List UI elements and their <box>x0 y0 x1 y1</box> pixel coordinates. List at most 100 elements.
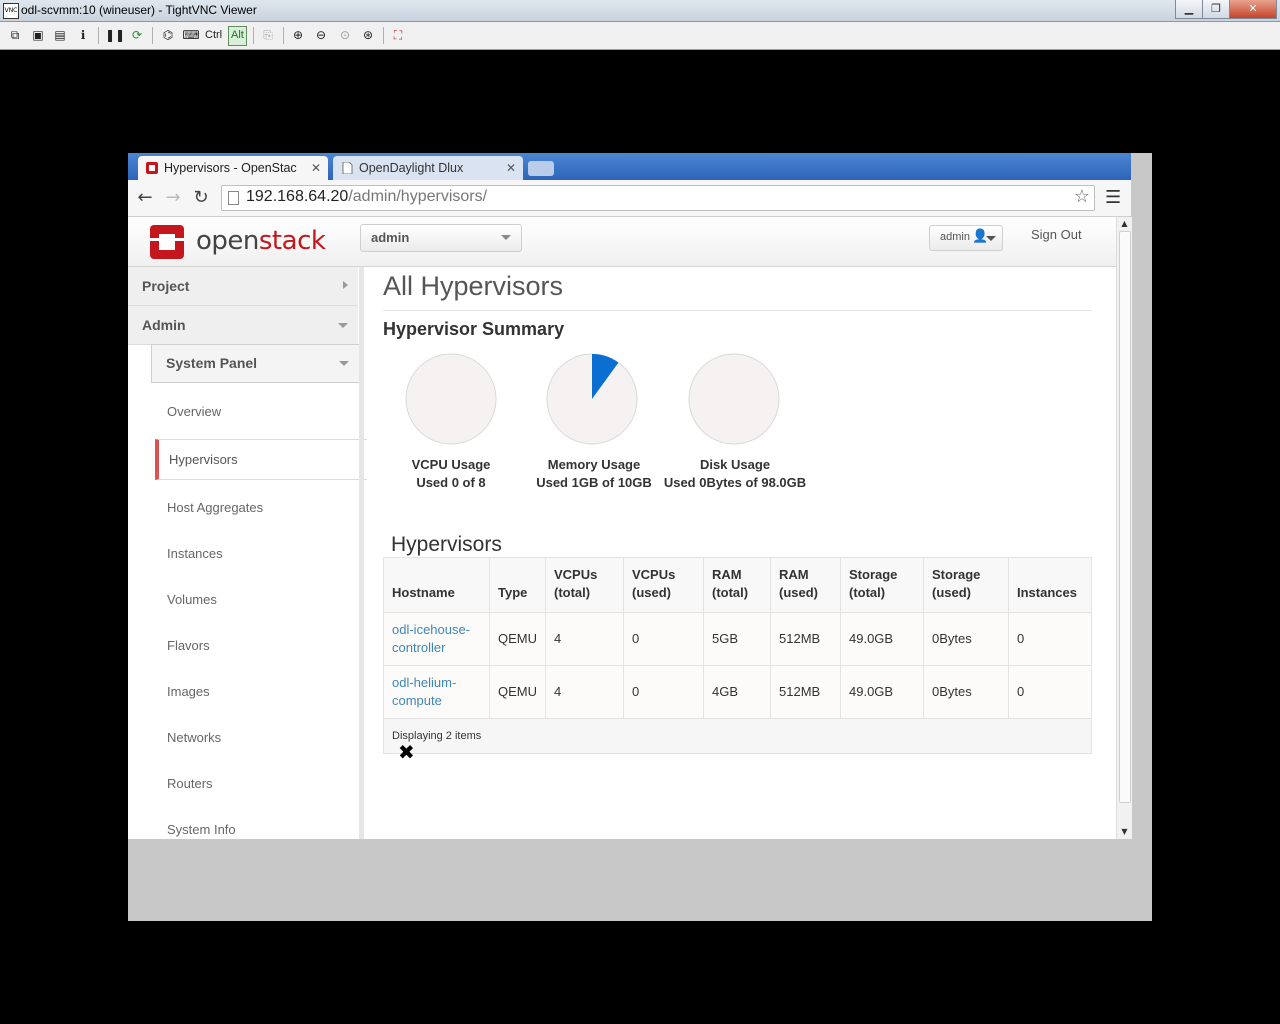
sidebar-admin[interactable]: Admin <box>128 306 358 345</box>
hostname-link[interactable]: odl-icehouse-controller <box>392 622 470 655</box>
page-title: All Hypervisors <box>383 271 564 301</box>
sidebar-item-networks[interactable]: Networks <box>167 730 221 745</box>
scroll-up-icon[interactable]: ▲ <box>1117 217 1132 230</box>
toolbar-separator <box>283 27 284 44</box>
openstack-header: openstack admin admin 👤 Sign Out <box>128 217 1116 267</box>
memory-pie-chart <box>546 353 638 445</box>
chevron-down-icon <box>986 236 996 241</box>
info-icon[interactable]: ℹ <box>74 26 92 44</box>
vnc-titlebar: VNC odl-scvmm:10 (wineuser) - TightVNC V… <box>0 0 1280 22</box>
chevron-down-icon <box>338 323 348 328</box>
cell-instances: 0 <box>1008 612 1092 666</box>
ctrl-key-button[interactable]: Ctrl <box>205 26 222 44</box>
pie-detail: Used 1GB of 10GB <box>536 475 652 490</box>
alt-key-button[interactable]: Alt <box>228 26 247 46</box>
scrollbar-thumb[interactable] <box>1119 231 1131 803</box>
user-menu[interactable]: admin 👤 <box>929 225 1003 251</box>
cell-ram-used: 512MB <box>770 612 841 666</box>
project-select-label: admin <box>371 230 410 245</box>
menu-icon[interactable]: ☰ <box>1105 187 1121 208</box>
new-tab-button[interactable] <box>528 161 554 176</box>
page-favicon-icon <box>342 162 353 174</box>
memory-caption: Memory Usage Used 1GB of 10GB <box>519 456 669 492</box>
address-bar[interactable]: 192.168.64.20/admin/hypervisors/ ☆ <box>221 185 1095 211</box>
logo-stack: stack <box>258 226 326 256</box>
cell-hostname: odl-helium-compute <box>383 665 490 719</box>
cell-storage-used: 0Bytes <box>923 612 1009 666</box>
ctrl-alt-del-icon[interactable]: ⌬ <box>159 26 177 44</box>
url-host: 192.168.64.20 <box>246 188 349 205</box>
project-select[interactable]: admin <box>360 224 522 252</box>
close-icon[interactable]: ✖ <box>398 740 415 764</box>
new-connection-icon[interactable]: ⧉ <box>6 26 24 44</box>
sidebar-system-panel[interactable]: System Panel <box>151 344 360 383</box>
tab-close-icon[interactable]: ✕ <box>311 156 321 180</box>
pie-background <box>688 353 780 445</box>
chevron-right-icon <box>343 281 348 289</box>
options-icon[interactable]: ▤ <box>51 26 69 44</box>
sidebar-item-system-info[interactable]: System Info <box>167 822 236 837</box>
pie-detail: Used 0Bytes of 98.0GB <box>663 475 807 490</box>
ctrl-esc-icon[interactable]: ⌨ <box>182 26 200 44</box>
zoom-fit-icon[interactable]: ⊛ <box>359 26 377 44</box>
sidebar-item-host-aggregates[interactable]: Host Aggregates <box>167 500 263 515</box>
save-icon[interactable]: ▣ <box>29 26 47 44</box>
fullscreen-icon[interactable]: ⛶ <box>389 26 407 44</box>
scroll-down-icon[interactable]: ▼ <box>1117 825 1132 838</box>
cell-storage-total: 49.0GB <box>840 665 924 719</box>
minimize-icon[interactable]: ▁ <box>1175 0 1203 19</box>
url-text: 192.168.64.20/admin/hypervisors/ <box>246 188 487 206</box>
clipboard-icon[interactable]: ⎘ <box>259 26 277 44</box>
sidebar: Project Admin System Panel Overview Hype… <box>128 267 367 839</box>
hostname-link[interactable]: odl-helium-compute <box>392 675 456 708</box>
forward-icon[interactable]: → <box>161 186 185 210</box>
pause-icon[interactable]: ❚❚ <box>105 26 125 44</box>
sidebar-item-overview[interactable]: Overview <box>167 404 221 419</box>
column-header-vcpus-used: VCPUs (used) <box>623 557 704 613</box>
column-header-type: Type <box>489 557 546 613</box>
pie-label: VCPU Usage <box>411 457 491 472</box>
sidebar-item-instances[interactable]: Instances <box>167 546 223 561</box>
sidebar-item-flavors[interactable]: Flavors <box>167 638 210 653</box>
toolbar-separator <box>253 27 254 44</box>
cell-instances: 0 <box>1008 665 1092 719</box>
cell-ram-total: 4GB <box>703 665 771 719</box>
sidebar-item-label: Hypervisors <box>169 452 238 467</box>
toolbar-separator <box>98 27 99 44</box>
logo-open: open <box>196 226 259 256</box>
zoom-in-icon[interactable]: ⊕ <box>289 26 307 44</box>
tab-close-icon[interactable]: ✕ <box>506 156 516 180</box>
vcpu-caption: VCPU Usage Used 0 of 8 <box>376 456 526 492</box>
chevron-down-icon <box>339 361 349 366</box>
sidebar-project[interactable]: Project <box>128 267 358 306</box>
cell-hostname: odl-icehouse-controller <box>383 612 490 666</box>
sidebar-item-images[interactable]: Images <box>167 684 210 699</box>
refresh-icon[interactable]: ⟳ <box>128 26 146 44</box>
hypervisors-section-title: Hypervisors <box>391 533 502 556</box>
zoom-out-icon[interactable]: ⊖ <box>312 26 330 44</box>
star-icon[interactable]: ☆ <box>1074 186 1090 207</box>
cell-storage-used: 0Bytes <box>923 665 1009 719</box>
tab-hypervisors[interactable]: Hypervisors - OpenStac ✕ <box>138 156 328 180</box>
sidebar-item-hypervisors[interactable]: Hypervisors <box>155 439 367 480</box>
maximize-icon[interactable]: ❐ <box>1202 0 1230 19</box>
sign-out-link[interactable]: Sign Out <box>1031 227 1082 242</box>
page-scrollbar[interactable]: ▲ ▼ <box>1116 217 1132 839</box>
url-path: /admin/hypervisors/ <box>348 188 488 205</box>
cell-ram-used: 512MB <box>770 665 841 719</box>
openstack-logo-icon <box>150 225 184 259</box>
reload-icon[interactable]: ↻ <box>189 186 213 210</box>
zoom-100-icon[interactable]: ⊙ <box>336 26 354 44</box>
openstack-logo-text[interactable]: openstack <box>196 226 326 256</box>
table-row: odl-helium-compute QEMU 4 0 4GB 512MB 49… <box>383 665 1092 719</box>
sidebar-item-volumes[interactable]: Volumes <box>167 592 217 607</box>
vnc-app-icon: VNC <box>3 3 19 19</box>
tab-opendaylight[interactable]: OpenDaylight Dlux ✕ <box>333 156 523 180</box>
page-icon <box>228 191 239 205</box>
vnc-toolbar: ⧉ ▣ ▤ ℹ ❚❚ ⟳ ⌬ ⌨ Ctrl Alt ⎘ ⊕ ⊖ ⊙ ⊛ ⛶ <box>0 22 1280 50</box>
sidebar-item-routers[interactable]: Routers <box>167 776 213 791</box>
back-icon[interactable]: ← <box>133 186 157 210</box>
window-close-icon[interactable]: ✕ <box>1229 0 1277 19</box>
pie-label: Disk Usage <box>699 457 771 472</box>
summary-title: Hypervisor Summary <box>383 319 565 339</box>
